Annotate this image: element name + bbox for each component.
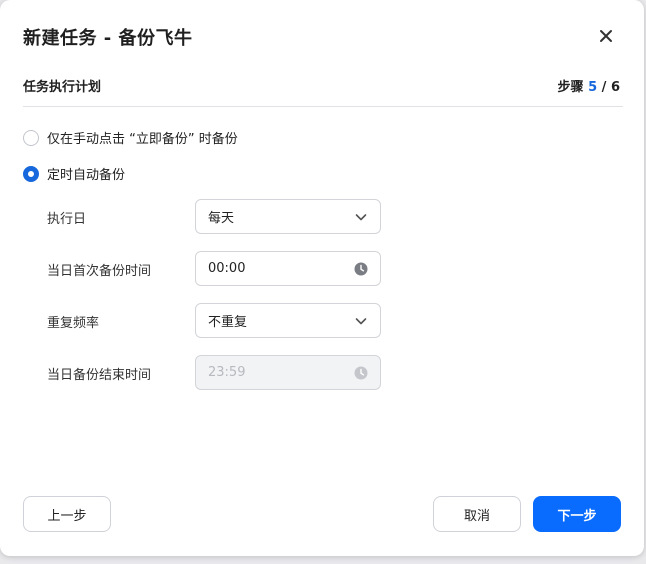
clock-icon bbox=[354, 262, 368, 275]
repeat-value: 不重复 bbox=[208, 315, 248, 330]
clock-icon bbox=[354, 366, 368, 379]
first-time-value: 00:00 bbox=[208, 261, 246, 276]
next-step-button[interactable]: 下一步 bbox=[533, 496, 621, 532]
section-title: 任务执行计划 bbox=[23, 80, 102, 95]
radio-label-scheduled: 定时自动备份 bbox=[47, 168, 126, 183]
cancel-button[interactable]: 取消 bbox=[433, 496, 521, 532]
run-day-select[interactable]: 每天 bbox=[195, 199, 381, 234]
radio-button-scheduled[interactable] bbox=[23, 165, 39, 182]
chevron-down-icon bbox=[355, 213, 367, 220]
repeat-label: 重复频率 bbox=[47, 316, 100, 331]
new-task-dialog: 新建任务 - 备份飞牛 任务执行计划 步骤 5 / 6 仅在手动点击 “立即备份… bbox=[0, 0, 644, 556]
step-total: 6 bbox=[610, 80, 620, 95]
radio-label-manual: 仅在手动点击 “立即备份” 时备份 bbox=[47, 132, 238, 147]
end-time-label: 当日备份结束时间 bbox=[47, 368, 152, 383]
dialog-title: 新建任务 - 备份飞牛 bbox=[23, 28, 193, 49]
close-icon bbox=[600, 30, 612, 42]
close-button[interactable] bbox=[596, 26, 616, 46]
header-divider bbox=[23, 106, 623, 107]
step-indicator: 步骤 5 / 6 bbox=[558, 76, 620, 95]
first-time-picker[interactable]: 00:00 bbox=[195, 251, 381, 286]
radio-manual-backup[interactable]: 仅在手动点击 “立即备份” 时备份 bbox=[23, 128, 238, 147]
radio-scheduled-backup[interactable]: 定时自动备份 bbox=[23, 164, 125, 183]
prev-step-button[interactable]: 上一步 bbox=[23, 496, 111, 532]
first-time-label: 当日首次备份时间 bbox=[47, 264, 152, 279]
run-day-label: 执行日 bbox=[47, 212, 87, 227]
end-time-value: 23:59 bbox=[208, 365, 246, 380]
chevron-down-icon bbox=[355, 317, 367, 324]
step-label: 步骤 bbox=[557, 80, 584, 95]
repeat-select[interactable]: 不重复 bbox=[195, 303, 381, 338]
step-current: 5 bbox=[588, 80, 598, 95]
end-time-picker: 23:59 bbox=[195, 355, 381, 390]
step-separator: / bbox=[597, 80, 611, 95]
run-day-value: 每天 bbox=[208, 211, 235, 226]
radio-button-manual[interactable] bbox=[23, 129, 39, 146]
